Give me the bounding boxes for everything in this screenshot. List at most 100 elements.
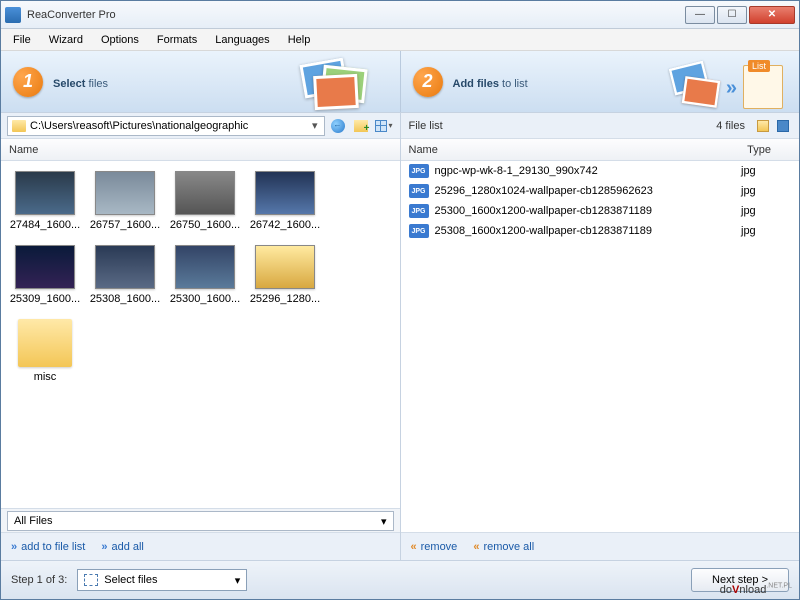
- thumbnail-icon: [95, 171, 155, 215]
- export-icon: [777, 120, 789, 132]
- file-list-title: File list: [409, 120, 717, 132]
- thumb-label: 25308_1600...: [89, 293, 161, 305]
- thumbnail-icon: [15, 245, 75, 289]
- jpg-icon: JPG: [409, 184, 429, 198]
- export-list-button[interactable]: [775, 118, 791, 134]
- add-to-list-button[interactable]: »add to file list: [11, 541, 85, 553]
- chevron-down-icon: ▾: [381, 515, 387, 528]
- thumb-item[interactable]: 26750_1600...: [169, 171, 241, 231]
- thumb-item[interactable]: 26742_1600...: [249, 171, 321, 231]
- step2-art: »: [673, 57, 793, 109]
- menu-wizard[interactable]: Wizard: [41, 32, 91, 48]
- thumb-item[interactable]: 25300_1600...: [169, 245, 241, 305]
- right-col-type[interactable]: Type: [747, 144, 791, 156]
- maximize-button[interactable]: ☐: [717, 6, 747, 24]
- file-row[interactable]: JPG25308_1600x1200-wallpaper-cb128387118…: [401, 221, 800, 241]
- thumb-label: 27484_1600...: [9, 219, 81, 231]
- thumb-label: 25296_1280...: [249, 293, 321, 305]
- menubar: File Wizard Options Formats Languages He…: [1, 29, 799, 51]
- file-name: 25300_1600x1200-wallpaper-cb1283871189: [435, 205, 742, 217]
- step2-badge: 2: [413, 67, 443, 97]
- step2-label: Add files to list: [453, 74, 528, 90]
- chevron-right-icon: »: [11, 541, 17, 553]
- chevron-down-icon[interactable]: ▾: [310, 119, 320, 132]
- file-name: 25308_1600x1200-wallpaper-cb1283871189: [435, 225, 742, 237]
- thumb-item[interactable]: 25308_1600...: [89, 245, 161, 305]
- list-icon: [743, 65, 783, 109]
- menu-options[interactable]: Options: [93, 32, 147, 48]
- titlebar: ReaConverter Pro — ☐ ✕: [1, 1, 799, 29]
- body-panels: C:\Users\reasoft\Pictures\nationalgeogra…: [1, 113, 799, 561]
- thumbnail-icon: [175, 245, 235, 289]
- globe-back-icon: [331, 119, 345, 133]
- remove-button[interactable]: «remove: [411, 541, 458, 553]
- thumbnail-icon: [255, 171, 315, 215]
- thumb-label: 25309_1600...: [9, 293, 81, 305]
- path-text: C:\Users\reasoft\Pictures\nationalgeogra…: [30, 120, 310, 132]
- left-action-bar: »add to file list »add all: [1, 532, 400, 560]
- thumb-item[interactable]: 27484_1600...: [9, 171, 81, 231]
- footer: Step 1 of 3: Select files ▾ Next step >: [1, 561, 799, 599]
- filter-dropdown[interactable]: All Files ▾: [7, 511, 394, 531]
- thumb-folder[interactable]: misc: [9, 319, 81, 383]
- menu-file[interactable]: File: [5, 32, 39, 48]
- double-chevron-right-icon: »: [101, 541, 107, 553]
- minimize-button[interactable]: —: [685, 6, 715, 24]
- remove-all-button[interactable]: «remove all: [473, 541, 534, 553]
- file-type: jpg: [741, 225, 791, 237]
- grid-view-icon: [375, 120, 388, 132]
- file-row[interactable]: JPGngpc-wp-wk-8-1_29130_990x742jpg: [401, 161, 800, 181]
- thumbnail-icon: [95, 245, 155, 289]
- thumb-item[interactable]: 25309_1600...: [9, 245, 81, 305]
- thumb-item[interactable]: 25296_1280...: [249, 245, 321, 305]
- file-row[interactable]: JPG 25296_1280x1024-wallpaper-cb128596262…: [401, 181, 800, 201]
- new-folder-icon: [354, 120, 368, 132]
- menu-formats[interactable]: Formats: [149, 32, 205, 48]
- window-title: ReaConverter Pro: [27, 9, 685, 21]
- arrows-icon: »: [726, 77, 737, 100]
- nav-back-button[interactable]: [328, 116, 348, 136]
- jpg-icon: JPG: [409, 204, 429, 218]
- watermark: doVnload.NET.PL: [720, 582, 792, 598]
- window-controls: — ☐ ✕: [685, 6, 795, 24]
- copy-icon: [757, 120, 769, 132]
- step2-header: 2 Add files to list »: [400, 51, 800, 112]
- jpg-icon: JPG: [409, 164, 429, 178]
- menu-languages[interactable]: Languages: [207, 32, 277, 48]
- step-dropdown-label: Select files: [104, 574, 157, 586]
- filter-bar: All Files ▾: [1, 508, 400, 532]
- step-indicator: Step 1 of 3:: [11, 574, 67, 586]
- path-toolbar: C:\Users\reasoft\Pictures\nationalgeogra…: [1, 113, 400, 139]
- right-col-name[interactable]: Name: [409, 144, 458, 156]
- thumb-label: 26757_1600...: [89, 219, 161, 231]
- right-columns-header: Name Type: [401, 139, 800, 161]
- thumbnail-icon: [175, 171, 235, 215]
- step1-header: 1 Select files: [1, 51, 400, 112]
- add-all-button[interactable]: »add all: [101, 541, 144, 553]
- path-combo[interactable]: C:\Users\reasoft\Pictures\nationalgeogra…: [7, 116, 325, 136]
- file-list-header-bar: File list 4 files: [401, 113, 800, 139]
- thumb-label: 26750_1600...: [169, 219, 241, 231]
- filter-value: All Files: [14, 515, 53, 527]
- photos-icon: [274, 57, 394, 109]
- right-panel: File list 4 files Name Type JPG ngpc-wp-w…: [401, 113, 800, 560]
- new-folder-button[interactable]: [351, 116, 371, 136]
- close-button[interactable]: ✕: [749, 6, 795, 24]
- app-window: ReaConverter Pro — ☐ ✕ File Wizard Optio…: [0, 0, 800, 600]
- menu-help[interactable]: Help: [280, 32, 319, 48]
- left-col-name[interactable]: Name: [9, 144, 58, 156]
- file-row[interactable]: JPG 25300_1600x1200-wallpaper-cb128387118…: [401, 201, 800, 221]
- view-mode-button[interactable]: ▾: [374, 116, 394, 136]
- file-name: 25296_1280x1024-wallpaper-cb1285962623: [435, 185, 742, 197]
- file-list[interactable]: JPGngpc-wp-wk-8-1_29130_990x742jpg JPG25…: [401, 161, 800, 532]
- copy-list-button[interactable]: [755, 118, 771, 134]
- step-dropdown[interactable]: Select files ▾: [77, 569, 247, 591]
- left-columns-header: Name: [1, 139, 400, 161]
- thumbnail-area[interactable]: 27484_1600... 26757_1600... 26750_1600..…: [1, 161, 400, 508]
- folder-icon: [18, 319, 72, 367]
- folder-icon: [12, 120, 26, 132]
- file-name: ngpc-wp-wk-8-1_29130_990x742: [435, 165, 742, 177]
- thumb-item[interactable]: 26757_1600...: [89, 171, 161, 231]
- file-type: jpg: [741, 205, 791, 217]
- step1-art: [274, 57, 394, 109]
